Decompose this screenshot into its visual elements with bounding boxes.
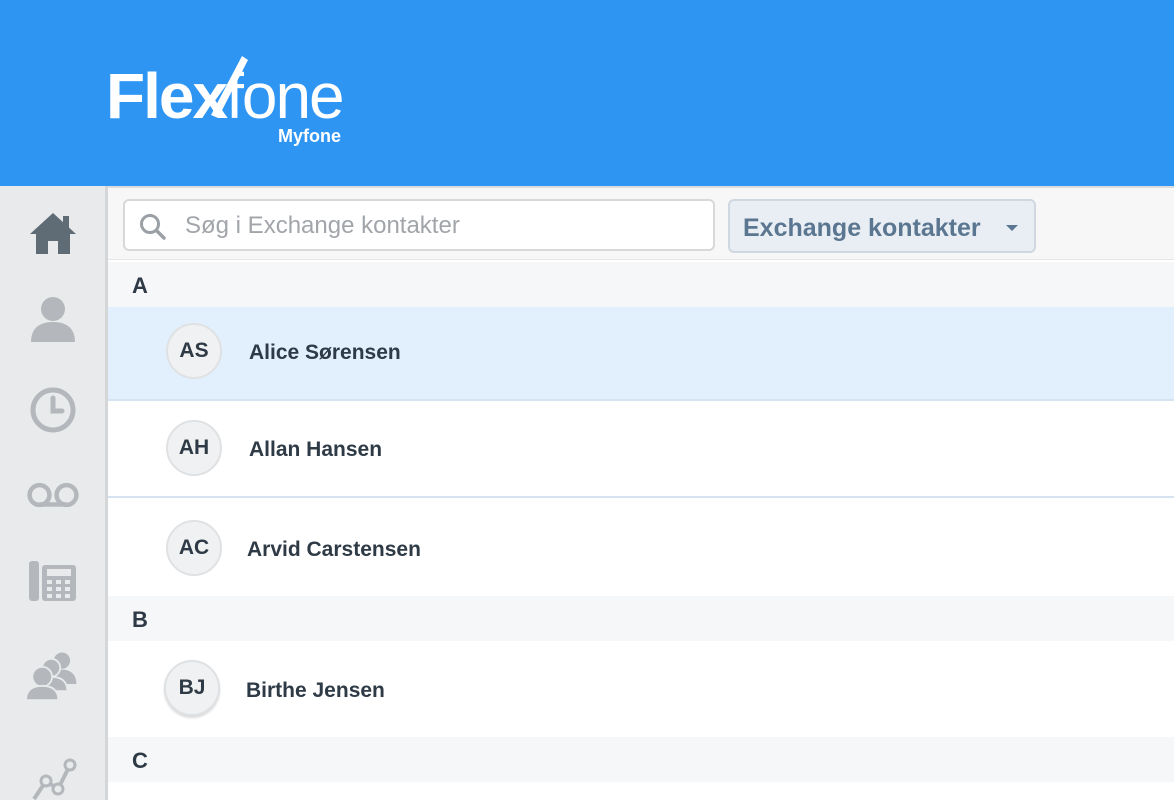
- search-input[interactable]: [183, 207, 707, 245]
- section-letter: B: [132, 607, 148, 632]
- section-header-c: C: [108, 737, 1174, 782]
- section-letter: A: [132, 273, 148, 298]
- sidebar-nav: [0, 186, 108, 801]
- sidebar-item-voicemail[interactable]: [26, 468, 80, 522]
- logo-check-icon: [211, 56, 248, 118]
- contacts-panel: Exchange kontakter A AS Alice Sørensen A…: [108, 186, 1174, 800]
- sidebar-item-statistics[interactable]: [26, 752, 80, 806]
- desk-phone-icon: [29, 561, 76, 601]
- avatar: BJ: [164, 660, 220, 716]
- contact-name: Alice Sørensen: [249, 341, 401, 364]
- section-header-b: B: [108, 596, 1174, 641]
- toolbar: Exchange kontakter: [108, 186, 1174, 260]
- logo-subtitle: Myfone: [278, 126, 341, 146]
- section-letter: C: [132, 748, 148, 773]
- contact-row[interactable]: AC Arvid Carstensen: [108, 498, 1174, 596]
- search-box[interactable]: [123, 199, 715, 251]
- sidebar-item-home[interactable]: [26, 206, 80, 260]
- contact-name: Birthe Jensen: [246, 679, 385, 702]
- contact-row[interactable]: AH Allan Hansen: [108, 401, 1174, 498]
- user-icon: [31, 297, 75, 342]
- sidebar-item-contacts[interactable]: [26, 292, 80, 346]
- sidebar-item-phone[interactable]: [26, 554, 80, 608]
- dropdown-selected-label: Exchange kontakter: [743, 214, 981, 242]
- caret-down-icon: [1006, 225, 1018, 231]
- sidebar-item-groups[interactable]: [26, 648, 80, 702]
- group-icon: [26, 652, 77, 702]
- contact-name: Allan Hansen: [249, 438, 383, 461]
- contact-source-dropdown[interactable]: Exchange kontakter: [728, 199, 1036, 253]
- contact-row[interactable]: AS Alice Sørensen: [108, 307, 1174, 401]
- sidebar-item-history[interactable]: [26, 383, 80, 437]
- search-icon: [140, 214, 166, 240]
- avatar: AC: [166, 520, 222, 576]
- stats-icon: [32, 758, 77, 801]
- clock-icon: [30, 387, 76, 433]
- contact-name: Arvid Carstensen: [247, 538, 421, 561]
- voicemail-icon: [27, 482, 79, 508]
- flexfone-logo: Flexfone Myfone: [106, 56, 366, 158]
- avatar: AS: [166, 323, 222, 379]
- app-header: Flexfone Myfone: [0, 0, 1174, 186]
- avatar: AH: [166, 420, 222, 476]
- contact-row[interactable]: BJ Birthe Jensen: [108, 641, 1174, 737]
- home-icon: [30, 213, 76, 254]
- section-header-a: A: [108, 262, 1174, 307]
